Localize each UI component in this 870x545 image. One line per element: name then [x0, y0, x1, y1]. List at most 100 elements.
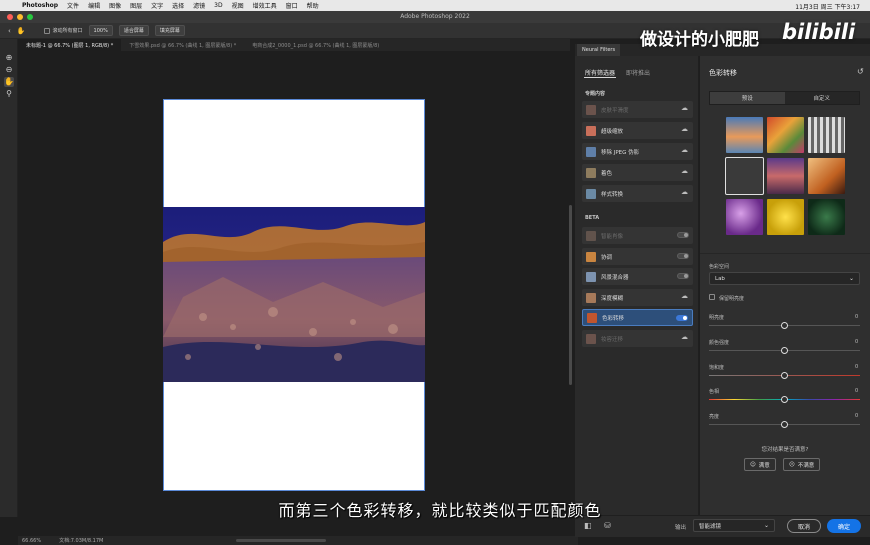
- reset-icon[interactable]: ↺: [857, 67, 864, 76]
- tab-all-filters[interactable]: 所有筛选器: [585, 68, 615, 77]
- menu-view[interactable]: 视图: [232, 1, 244, 10]
- document-tabs: 未标题-1 @ 66.7% (图层 1, RGB/8) * 下雪效果.psd @…: [18, 39, 570, 51]
- menu-layer[interactable]: 图层: [130, 1, 142, 10]
- cloud-download-icon[interactable]: ☁: [681, 104, 688, 112]
- filter-color-transfer[interactable]: 色彩转移: [582, 309, 693, 326]
- filter-label: 风景混合器: [601, 274, 629, 281]
- slider-brightness-thumb[interactable]: [781, 421, 788, 428]
- slider-color-intensity-label: 颜色强度: [709, 340, 730, 346]
- layer-preview-icon[interactable]: ◧: [584, 521, 592, 530]
- cloud-download-icon[interactable]: ☁: [681, 188, 688, 196]
- home-icon[interactable]: ‹: [8, 27, 11, 35]
- filter-makeup-transfer[interactable]: 妆容迁移 ☁: [582, 330, 693, 347]
- move-tool-icon[interactable]: ⊕: [4, 53, 14, 63]
- stack-layers-icon[interactable]: ⛁: [604, 521, 611, 530]
- cloud-download-icon[interactable]: ☁: [681, 125, 688, 133]
- clock: 11月3日 周三 下午3:17: [795, 4, 860, 11]
- menu-file[interactable]: 文件: [67, 1, 79, 10]
- slider-hue-thumb[interactable]: [781, 396, 788, 403]
- vertical-scrollbar[interactable]: [569, 205, 572, 385]
- output-select[interactable]: 智能滤镜 ⌄: [693, 519, 775, 532]
- filter-thumbnail: [586, 230, 596, 241]
- slider-saturation-thumb[interactable]: [781, 372, 788, 379]
- preset-flower-field[interactable]: [767, 117, 804, 153]
- slider-luminance-thumb[interactable]: [781, 322, 788, 329]
- menu-plugins[interactable]: 增效工具: [253, 1, 277, 10]
- ok-button[interactable]: 确定: [827, 519, 861, 533]
- filter-style-transfer[interactable]: 样式转换 ☁: [582, 185, 693, 202]
- filter-landscape-mixer[interactable]: 风景混合器: [582, 268, 693, 285]
- preset-bw-interior[interactable]: [808, 117, 845, 153]
- beta-section-title: BETA: [585, 215, 600, 221]
- filter-depth-blur[interactable]: 深度模糊 ☁: [582, 289, 693, 306]
- filter-toggle[interactable]: [676, 315, 688, 321]
- filter-thumbnail: [586, 292, 596, 303]
- zoom-100-button[interactable]: 100%: [88, 25, 113, 36]
- doc-tab-untitled[interactable]: 未标题-1 @ 66.7% (图层 1, RGB/8) *: [18, 39, 122, 51]
- slider-saturation-value: 0: [855, 364, 859, 370]
- doc-tab-ecommerce[interactable]: 电商合成2_0000_1.psd @ 66.7% (曲线 1, 图层蒙版/8): [244, 39, 387, 51]
- fit-screen-button[interactable]: 适合屏幕: [118, 25, 149, 36]
- tab-custom[interactable]: 自定义: [785, 92, 860, 104]
- preset-desert-rider[interactable]: [808, 158, 845, 194]
- neural-filters-tab[interactable]: Neural Filters: [577, 44, 621, 56]
- tab-coming-soon[interactable]: 即将推出: [626, 68, 650, 77]
- doc-tab-snow[interactable]: 下雪效果.psd @ 66.7% (曲线 1, 图层蒙版/8) *: [121, 39, 244, 51]
- filter-toggle[interactable]: [677, 232, 689, 238]
- menu-edit[interactable]: 编辑: [88, 1, 100, 10]
- cloud-download-icon[interactable]: ☁: [681, 167, 688, 175]
- window-title: Adobe Photoshop 2022: [400, 13, 470, 20]
- cancel-button[interactable]: 取消: [787, 519, 821, 533]
- filter-label: 智能肖像: [601, 233, 624, 240]
- filter-thumbnail: [586, 333, 596, 344]
- filter-smart-portrait[interactable]: 智能肖像: [582, 227, 693, 244]
- cloud-download-icon[interactable]: ☁: [681, 146, 688, 154]
- frown-icon: ☹: [789, 461, 795, 468]
- filter-toggle[interactable]: [677, 273, 689, 279]
- smile-icon: ☺: [750, 461, 756, 468]
- preset-green-leaves[interactable]: [808, 199, 845, 235]
- unsatisfied-button[interactable]: ☹ 不满意: [783, 458, 821, 471]
- fill-screen-button[interactable]: 填充屏幕: [154, 25, 185, 36]
- toggle-knob: [684, 233, 688, 237]
- preset-sunset-sea[interactable]: [726, 117, 763, 153]
- filter-thumbnail: [586, 146, 596, 157]
- preserve-luminance-checkbox[interactable]: [709, 294, 715, 300]
- preset-empty-selected[interactable]: [725, 157, 764, 195]
- filter-jpeg-artifacts[interactable]: 移除 JPEG 伪影 ☁: [582, 143, 693, 160]
- scroll-all-windows-checkbox[interactable]: 滚动所有窗口: [43, 27, 83, 34]
- menu-filter[interactable]: 滤镜: [193, 1, 205, 10]
- cloud-download-icon[interactable]: ☁: [681, 333, 688, 341]
- satisfied-button[interactable]: ☺ 满意: [744, 458, 776, 471]
- preset-yellow-flowers[interactable]: [767, 199, 804, 235]
- filter-toggle[interactable]: [677, 253, 689, 259]
- preset-desert-road[interactable]: [767, 158, 804, 194]
- preset-purple-crystals[interactable]: [726, 199, 763, 235]
- cloud-download-icon[interactable]: ☁: [681, 292, 688, 300]
- tools-panel: ⊕ ⊖ ✋ ⚲: [0, 39, 18, 517]
- preserve-luminance-label: 保留明亮度: [719, 296, 745, 302]
- filter-super-zoom[interactable]: 超级缩放 ☁: [582, 122, 693, 139]
- tab-presets[interactable]: 预设: [710, 92, 785, 104]
- bilibili-logo: bilibili: [782, 20, 856, 44]
- menu-3d[interactable]: 3D: [214, 2, 222, 9]
- horizontal-scrollbar[interactable]: [236, 539, 326, 542]
- filter-thumbnail: [587, 312, 597, 323]
- hand-tool-icon[interactable]: ✋: [17, 27, 26, 35]
- color-space-label: 色彩空间: [709, 264, 730, 270]
- rotate-view-icon[interactable]: ⊖: [4, 65, 14, 75]
- color-space-select[interactable]: Lab ⌄: [709, 272, 860, 285]
- filter-harmonization[interactable]: 协调: [582, 248, 693, 265]
- menu-app-name[interactable]: Photoshop: [22, 2, 58, 9]
- menu-image[interactable]: 图像: [109, 1, 121, 10]
- menu-type[interactable]: 文字: [151, 1, 163, 10]
- menu-select[interactable]: 选择: [172, 1, 184, 10]
- zoom-tool-icon[interactable]: ⚲: [4, 89, 14, 99]
- filter-skin-smoothing[interactable]: 皮肤平滑度 ☁: [582, 101, 693, 118]
- filter-colorize[interactable]: 着色 ☁: [582, 164, 693, 181]
- hand-tool-icon[interactable]: ✋: [4, 77, 14, 87]
- menu-window[interactable]: 窗口: [286, 1, 298, 10]
- slider-color-intensity-thumb[interactable]: [781, 347, 788, 354]
- menu-help[interactable]: 帮助: [307, 1, 319, 10]
- slider-brightness-value: 0: [855, 413, 859, 419]
